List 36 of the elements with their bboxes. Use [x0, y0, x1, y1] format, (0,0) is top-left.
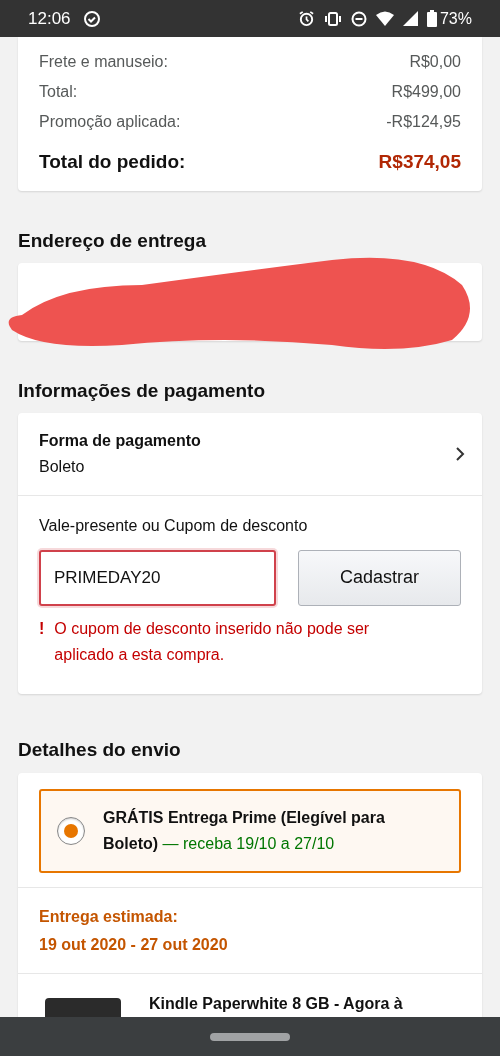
product-title[interactable]: Kindle Paperwhite 8 GB - Agora à	[149, 994, 403, 1014]
section-heading: Detalhes do envio	[18, 737, 182, 762]
summary-value: R$0,00	[409, 52, 461, 72]
chevron-right-icon	[455, 445, 465, 462]
coupon-input[interactable]: PRIMEDAY20	[39, 549, 276, 606]
shipping-option-text: GRÁTIS Entrega Prime (Elegível para Boleto) — receba 19/10 a 27/10	[103, 807, 386, 854]
section-heading: Endereço de entrega	[18, 228, 207, 253]
vibrate-icon	[323, 11, 342, 26]
summary-value: R$499,00	[391, 82, 461, 102]
summary-label: Total:	[39, 82, 78, 102]
battery-icon	[426, 10, 437, 27]
summary-label: Frete e manuseio:	[39, 52, 168, 72]
alarm-icon	[297, 10, 315, 27]
section-heading: Informações de pagamento	[18, 379, 267, 403]
battery-percent: 73%	[439, 8, 472, 29]
estimated-delivery-dates: 19 out 2020 - 27 out 2020	[39, 935, 229, 955]
payment-method-label: Forma de pagamento	[39, 430, 201, 451]
order-total-label: Total do pedido:	[39, 150, 186, 174]
payment-method-row[interactable]: Forma de pagamento Boleto	[18, 412, 482, 496]
clock-check-icon	[82, 9, 101, 28]
order-total-value: R$374,05	[378, 150, 461, 174]
summary-label: Promoção aplicada:	[39, 112, 181, 132]
status-time: 12:06	[28, 7, 71, 30]
wifi-icon	[375, 11, 394, 26]
radio-button[interactable]	[57, 817, 85, 845]
error-icon: !	[39, 615, 45, 668]
summary-value: -R$124,95	[386, 112, 461, 132]
error-message: O cupom de desconto inserido não pode ser aplicado a esta compra.	[54, 618, 371, 665]
home-handle[interactable]	[210, 1032, 290, 1041]
coupon-label: Vale-presente ou Cupom de desconto	[39, 515, 309, 536]
estimated-delivery-label: Entrega estimada:	[39, 907, 179, 927]
do-not-disturb-icon	[350, 10, 367, 27]
payment-method-value: Boleto	[39, 456, 86, 477]
register-button[interactable]: Cadastrar	[298, 549, 461, 606]
signal-icon	[402, 11, 418, 26]
shipping-option[interactable]: GRÁTIS Entrega Prime (Elegível para Boleto) — receba 19/10 a 27/10	[39, 789, 461, 873]
